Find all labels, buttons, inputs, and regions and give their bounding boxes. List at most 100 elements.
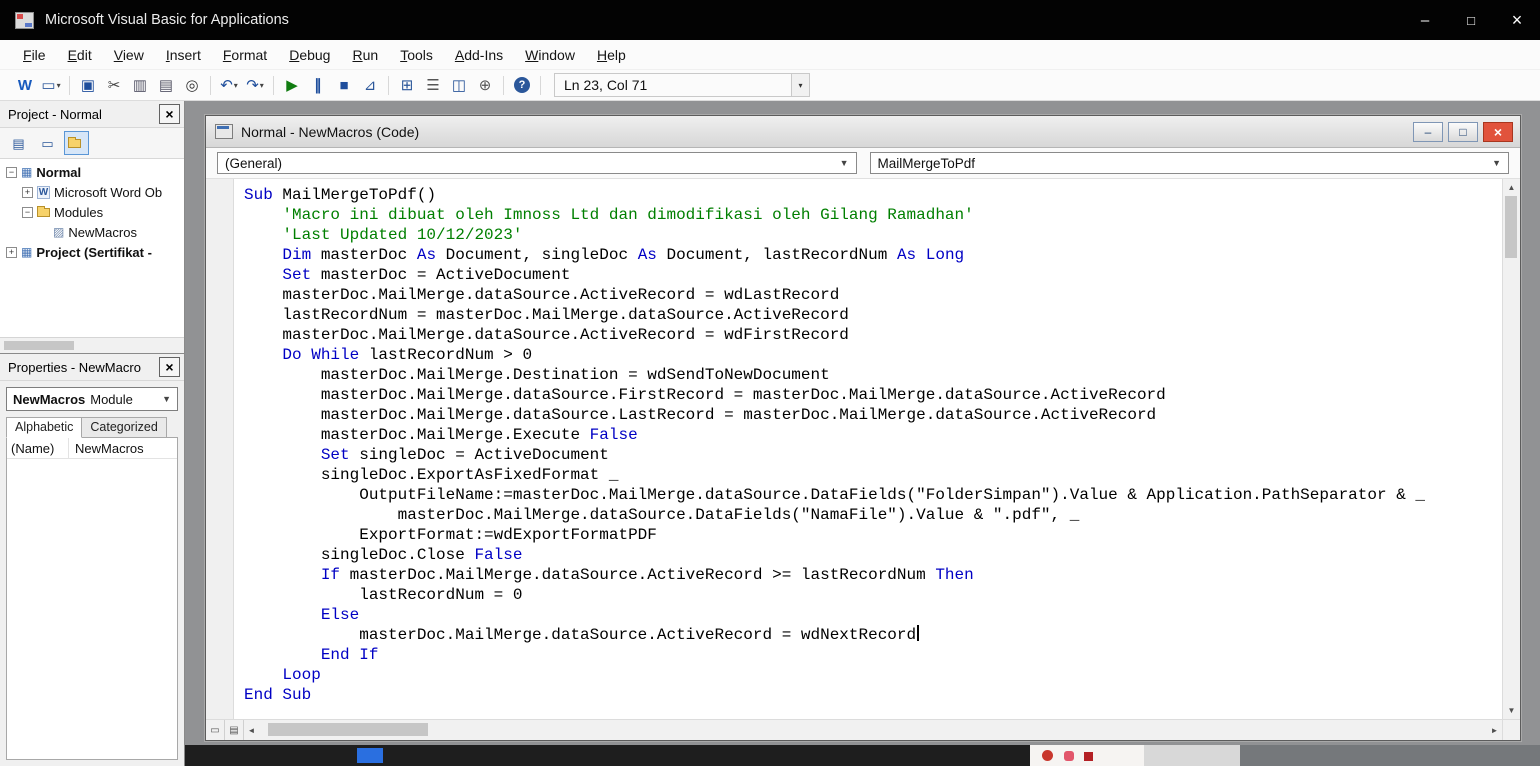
code-line[interactable]: 'Macro ini dibuat oleh Imnoss Ltd dan di… [244,205,1502,225]
view-code-button[interactable]: ▤ [6,131,31,155]
code-window-titlebar[interactable]: Normal - NewMacros (Code) – □ × [206,116,1520,148]
code-line[interactable]: Loop [244,665,1502,685]
properties-panel-titlebar[interactable]: Properties - NewMacro × [0,354,184,381]
code-line[interactable]: singleDoc.Close False [244,545,1502,565]
view-microsoft-word-button[interactable]: W [12,73,38,98]
margin-indicator-bar[interactable] [206,179,234,719]
code-line[interactable]: masterDoc.MailMerge.dataSource.ActiveRec… [244,625,1502,645]
code-line[interactable]: ExportFormat:=wdExportFormatPDF [244,525,1502,545]
code-line[interactable]: masterDoc.MailMerge.Destination = wdSend… [244,365,1502,385]
menu-item-run[interactable]: Run [341,41,389,69]
menu-item-format[interactable]: Format [212,41,278,69]
code-window-maximize-button[interactable]: □ [1448,121,1478,142]
scroll-up-arrow-icon[interactable]: ▲ [1503,180,1520,195]
properties-window-button[interactable]: ☰ [420,73,446,98]
toolbox-button[interactable]: ⊕ [472,73,498,98]
code-line[interactable]: singleDoc.ExportAsFixedFormat _ [244,465,1502,485]
code-window-close-button[interactable]: × [1483,121,1513,142]
code-line[interactable]: masterDoc.MailMerge.dataSource.FirstReco… [244,385,1502,405]
menu-item-addins[interactable]: Add-Ins [444,41,514,69]
scroll-right-arrow-icon[interactable]: ► [1487,720,1502,740]
break-button[interactable]: ∥ [305,73,331,98]
object-dropdown[interactable]: (General) ▼ [217,152,857,174]
toolbar-overflow-button[interactable]: ▾ [792,73,810,97]
copy-button[interactable]: ▥ [127,73,153,98]
scrollbar-thumb[interactable] [1505,196,1517,258]
cursor-position-indicator[interactable]: Ln 23, Col 71 [554,73,792,97]
horizontal-scrollbar[interactable]: ◄ ► [244,720,1502,740]
tab-alphabetic[interactable]: Alphabetic [6,417,83,438]
tree-expander[interactable]: + [6,246,17,258]
cut-button[interactable]: ✂ [101,73,127,98]
code-line[interactable]: Sub MailMergeToPdf() [244,185,1502,205]
code-lines[interactable]: Sub MailMergeToPdf() 'Macro ini dibuat o… [234,179,1502,719]
tree-expander[interactable]: + [22,186,33,198]
menu-item-debug[interactable]: Debug [278,41,341,69]
menu-item-help[interactable]: Help [586,41,637,69]
close-button[interactable]: × [1494,0,1540,40]
code-line[interactable]: Set singleDoc = ActiveDocument [244,445,1502,465]
project-panel-titlebar[interactable]: Project - Normal × [0,101,184,128]
procedure-dropdown[interactable]: MailMergeToPdf ▼ [869,152,1509,174]
run-button[interactable]: ▶ [279,73,305,98]
tree-item[interactable]: − ▦ Normal [0,162,184,182]
code-line[interactable]: masterDoc.MailMerge.dataSource.ActiveRec… [244,325,1502,345]
tree-expander[interactable]: − [6,166,17,178]
code-line[interactable]: OutputFileName:=masterDoc.MailMerge.data… [244,485,1502,505]
code-line[interactable]: Else [244,605,1502,625]
project-explorer-button[interactable]: ⊞ [394,73,420,98]
properties-object-dropdown[interactable]: NewMacros Module ▼ [6,387,178,411]
code-line[interactable]: Set masterDoc = ActiveDocument [244,265,1502,285]
design-mode-button[interactable]: ⊿ [357,73,383,98]
tree-item[interactable]: + W Microsoft Word Ob [0,182,184,202]
menu-item-insert[interactable]: Insert [155,41,212,69]
menu-item-file[interactable]: File [12,41,57,69]
scroll-left-arrow-icon[interactable]: ◄ [244,720,259,740]
toggle-folders-button[interactable] [64,131,89,155]
undo-button[interactable]: ↶ ▾ [216,73,242,98]
menu-item-edit[interactable]: Edit [57,41,103,69]
properties-panel-close-button[interactable]: × [159,357,180,377]
tree-item[interactable]: − Modules [0,202,184,222]
reset-button[interactable]: ■ [331,73,357,98]
project-horizontal-scrollbar[interactable] [0,337,184,353]
maximize-button[interactable]: □ [1448,0,1494,40]
code-line[interactable]: lastRecordNum = 0 [244,585,1502,605]
code-line[interactable]: 'Last Updated 10/12/2023' [244,225,1502,245]
paste-button[interactable]: ▤ [153,73,179,98]
view-object-button[interactable]: ▭ [35,131,60,155]
scroll-down-arrow-icon[interactable]: ▼ [1503,703,1520,718]
code-line[interactable]: masterDoc.MailMerge.Execute False [244,425,1502,445]
code-window-minimize-button[interactable]: – [1413,121,1443,142]
tab-categorized[interactable]: Categorized [81,417,167,438]
minimize-button[interactable]: – [1402,0,1448,40]
help-button[interactable]: ? [509,73,535,98]
scrollbar-thumb[interactable] [4,341,74,350]
procedure-view-button[interactable]: ▭ [206,720,225,740]
code-line[interactable]: lastRecordNum = masterDoc.MailMerge.data… [244,305,1502,325]
insert-userform-button[interactable]: ▭ ▾ [38,73,64,98]
code-line[interactable]: Dim masterDoc As Document, singleDoc As … [244,245,1502,265]
tree-item[interactable]: ▨ NewMacros [0,222,184,242]
redo-button[interactable]: ↷ ▾ [242,73,268,98]
code-line[interactable]: If masterDoc.MailMerge.dataSource.Active… [244,565,1502,585]
tree-expander[interactable]: − [22,206,33,218]
menu-item-tools[interactable]: Tools [389,41,444,69]
code-line[interactable]: End Sub [244,685,1502,705]
code-line[interactable]: Do While lastRecordNum > 0 [244,345,1502,365]
property-row[interactable]: (Name) NewMacros [7,438,177,459]
code-line[interactable]: masterDoc.MailMerge.dataSource.ActiveRec… [244,285,1502,305]
code-line[interactable]: End If [244,645,1502,665]
find-button[interactable]: ◎ [179,73,205,98]
project-panel-close-button[interactable]: × [159,104,180,124]
scrollbar-thumb[interactable] [268,723,428,736]
menu-item-view[interactable]: View [103,41,155,69]
save-button[interactable]: ▣ [75,73,101,98]
menu-item-window[interactable]: Window [514,41,586,69]
code-line[interactable]: masterDoc.MailMerge.dataSource.DataField… [244,505,1502,525]
tree-item[interactable]: + ▦ Project (Sertifikat - [0,242,184,262]
vertical-scrollbar[interactable]: ▲ ▼ [1502,179,1520,719]
full-module-view-button[interactable]: ▤ [225,720,244,740]
code-line[interactable]: masterDoc.MailMerge.dataSource.LastRecor… [244,405,1502,425]
object-browser-button[interactable]: ◫ [446,73,472,98]
